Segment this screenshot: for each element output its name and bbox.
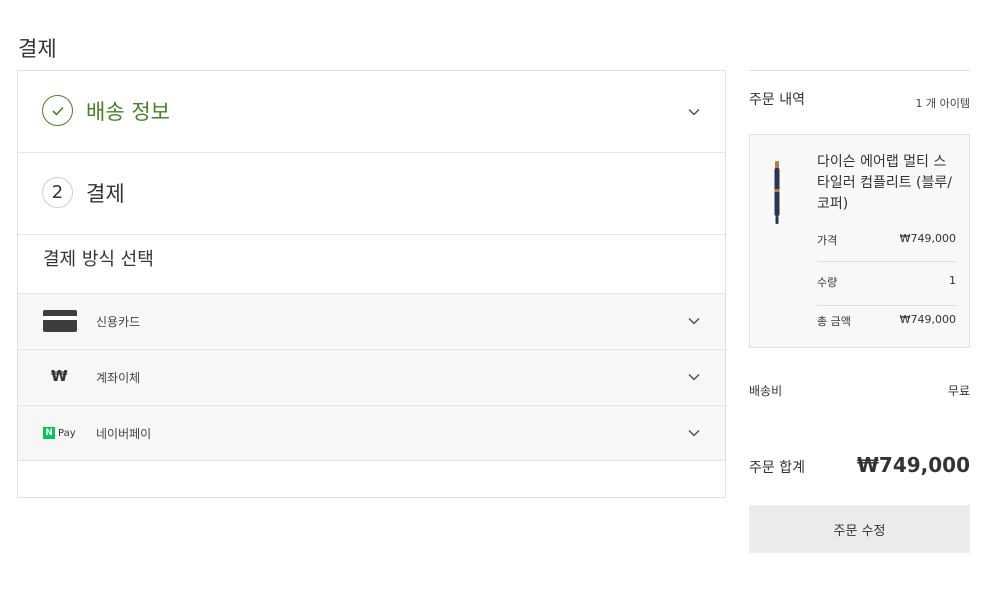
naver-pay-icon: N Pay xyxy=(43,427,76,439)
credit-card-icon xyxy=(43,310,77,336)
divider xyxy=(749,70,970,71)
edit-order-button[interactable]: 주문 수정 xyxy=(749,505,970,553)
won-icon: ₩ xyxy=(51,367,68,385)
naver-pay-wordmark: Pay xyxy=(58,427,76,439)
chevron-down-icon xyxy=(688,374,700,381)
payment-method-heading: 결제 방식 선택 xyxy=(43,249,154,270)
price-row: 가격 ₩749,000 xyxy=(817,232,956,248)
item-total-row: 총 금액 ₩749,000 xyxy=(817,313,956,329)
payment-method-label: 신용카드 xyxy=(96,315,141,329)
order-summary-title: 주문 내역 xyxy=(749,92,805,108)
naver-logo-mark: N xyxy=(43,427,55,439)
shipping-label: 배송비 xyxy=(749,384,783,398)
price-label: 가격 xyxy=(817,234,838,247)
divider xyxy=(817,305,956,306)
shipping-value: 무료 xyxy=(947,384,970,398)
shipping-row: 배송비 무료 xyxy=(749,382,970,399)
payment-method-label: 네이버페이 xyxy=(96,427,152,441)
quantity-label: 수량 xyxy=(817,276,838,289)
step-number: 2 xyxy=(42,177,73,208)
chevron-down-icon[interactable] xyxy=(687,105,701,119)
payment-method-label: 계좌이체 xyxy=(96,371,141,385)
quantity-row: 수량 1 xyxy=(817,274,956,290)
step-label: 배송 정보 xyxy=(86,100,170,124)
product-name: 다이슨 에어랩 멀티 스타일러 컴플리트 (블루/코퍼) xyxy=(817,154,952,212)
item-count: 1 개 아이템 xyxy=(915,97,970,110)
step-label: 결제 xyxy=(86,182,125,206)
divider xyxy=(817,261,956,262)
item-total-label: 총 금액 xyxy=(817,315,851,328)
payment-method-naver-pay[interactable]: N Pay 네이버페이 xyxy=(18,405,725,461)
step-payment: 2 결제 xyxy=(18,153,725,235)
price-value: ₩749,000 xyxy=(899,232,956,245)
check-circle-icon xyxy=(42,95,73,126)
chevron-down-icon xyxy=(688,430,700,437)
item-total-value: ₩749,000 xyxy=(899,313,956,326)
checkout-steps-panel: 배송 정보 2 결제 결제 방식 선택 신용카드 ₩ 계좌이체 N Pay 네이… xyxy=(17,70,726,498)
product-image xyxy=(772,161,782,229)
order-total-label: 주문 합계 xyxy=(749,460,805,476)
order-total-value: ₩749,000 xyxy=(856,453,970,477)
payment-method-bank-transfer[interactable]: ₩ 계좌이체 xyxy=(18,349,725,404)
payment-method-credit-card[interactable]: 신용카드 xyxy=(18,293,725,348)
step-shipping-info[interactable]: 배송 정보 xyxy=(18,71,725,153)
quantity-value: 1 xyxy=(949,274,956,287)
chevron-down-icon xyxy=(688,318,700,325)
order-item-card: 다이슨 에어랩 멀티 스타일러 컴플리트 (블루/코퍼) 가격 ₩749,000 … xyxy=(749,134,970,348)
page-title: 결제 xyxy=(18,37,57,61)
